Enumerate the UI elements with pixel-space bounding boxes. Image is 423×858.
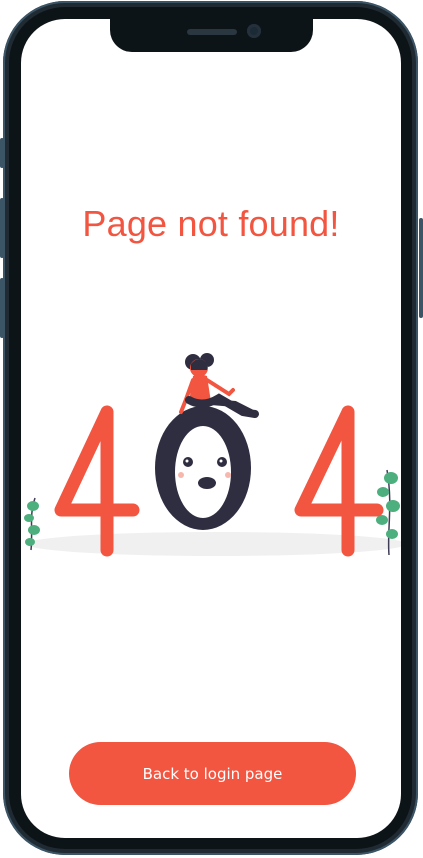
digit-four-right	[294, 405, 384, 557]
digit-four-left	[54, 405, 140, 557]
digit-zero-face	[155, 406, 251, 530]
sitting-girl-figure	[179, 353, 259, 418]
404-illustration	[24, 353, 401, 557]
phone-mockup: Page not found! Back to login page	[0, 0, 423, 858]
front-camera	[247, 24, 261, 38]
speaker-grille	[187, 29, 237, 35]
power-button	[419, 218, 423, 318]
back-to-login-button[interactable]: Back to login page	[69, 742, 356, 805]
page-title: Page not found!	[82, 203, 340, 244]
phone-notch	[110, 18, 313, 52]
